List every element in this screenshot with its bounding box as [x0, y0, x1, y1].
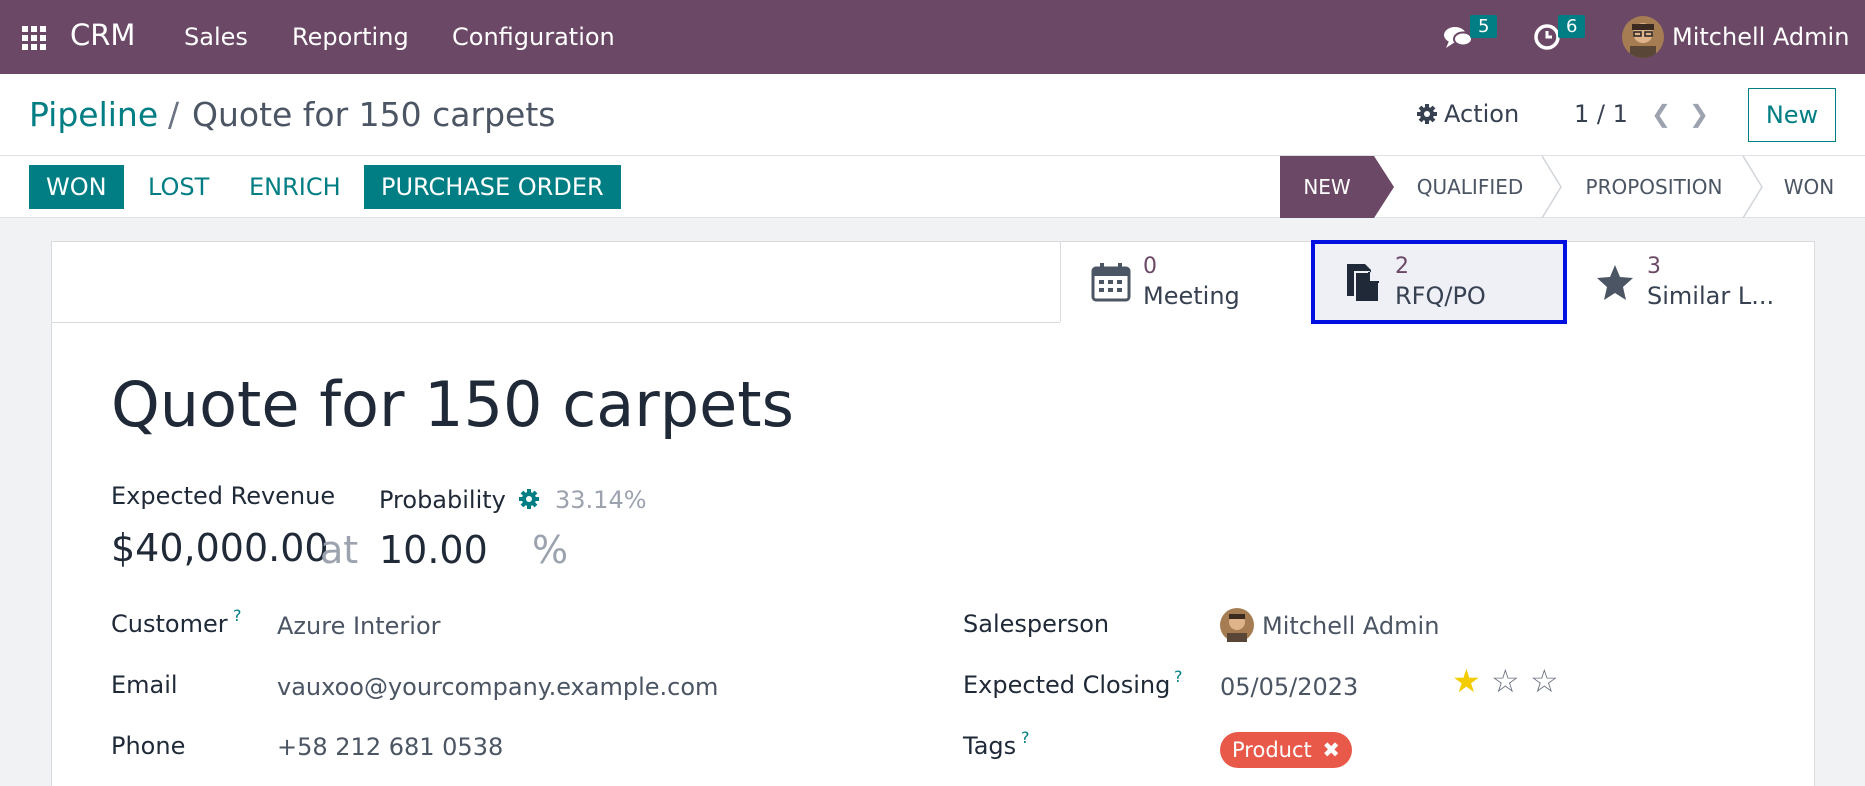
expected-closing-field[interactable]: 05/05/2023: [1220, 673, 1358, 701]
phone-field[interactable]: +58 212 681 0538: [277, 733, 503, 761]
control-panel: Pipeline / Quote for 150 carpets Action …: [0, 74, 1865, 156]
form-sheet: 0 Meeting 2 RFQ/PO 3 Similar L... Quote …: [51, 240, 1817, 786]
purchase-order-button[interactable]: PURCHASE ORDER: [364, 165, 621, 209]
breadcrumb-separator: /: [168, 95, 180, 134]
help-mark[interactable]: ?: [1021, 728, 1030, 747]
rfq-po-count: 2: [1395, 254, 1409, 279]
at-label: at: [320, 528, 359, 572]
tag-remove-icon[interactable]: ✖: [1322, 738, 1340, 762]
priority-star-filled-icon[interactable]: ★: [1452, 662, 1481, 700]
pager-value[interactable]: 1 / 1: [1574, 100, 1628, 128]
phone-label: Phone: [111, 732, 186, 760]
similar-leads-count: 3: [1647, 254, 1661, 279]
gear-icon: [1417, 104, 1437, 124]
breadcrumb-pipeline[interactable]: Pipeline: [29, 95, 158, 134]
menu-reporting[interactable]: Reporting: [292, 23, 409, 51]
meeting-smart-button[interactable]: 0 Meeting: [1061, 242, 1313, 322]
stage-new[interactable]: NEW: [1280, 156, 1374, 218]
expected-revenue-value[interactable]: $40,000.00: [111, 526, 329, 570]
document-icon: [1347, 264, 1380, 302]
stage-proposition[interactable]: PROPOSITION: [1563, 156, 1745, 218]
email-field[interactable]: vauxoo@yourcompany.example.com: [277, 673, 718, 701]
salesperson-avatar: [1220, 608, 1254, 642]
stage-arrow-icon: [1374, 156, 1394, 218]
priority-star-empty-icon[interactable]: ☆: [1530, 662, 1559, 700]
help-mark[interactable]: ?: [233, 606, 242, 625]
enrich-button[interactable]: ENRICH: [232, 165, 358, 209]
apps-menu-icon[interactable]: [22, 26, 48, 50]
stage-divider-icon: [1541, 156, 1562, 218]
status-bar: WON LOST ENRICH PURCHASE ORDER NEW QUALI…: [0, 156, 1865, 218]
customer-label: Customer: [111, 610, 228, 638]
pager-next-icon[interactable]: ❯: [1689, 100, 1709, 128]
email-label: Email: [111, 671, 178, 699]
smart-button-box: 0 Meeting 2 RFQ/PO 3 Similar L...: [1060, 240, 1817, 324]
user-avatar[interactable]: [1622, 16, 1664, 58]
meeting-count: 0: [1143, 254, 1157, 279]
app-brand[interactable]: CRM: [70, 18, 135, 52]
top-navbar: CRM Sales Reporting Configuration 5 6 Mi…: [0, 0, 1865, 74]
messages-badge: 5: [1470, 15, 1498, 38]
similar-leads-label: Similar L...: [1647, 282, 1775, 310]
activities-badge: 6: [1558, 15, 1586, 38]
rfq-po-label: RFQ/PO: [1395, 282, 1486, 310]
gear-icon[interactable]: [518, 488, 540, 510]
expected-revenue-label: Expected Revenue: [111, 482, 336, 510]
meeting-label: Meeting: [1143, 282, 1240, 310]
stage-qualified[interactable]: QUALIFIED: [1396, 156, 1544, 218]
customer-field[interactable]: Azure Interior: [277, 612, 441, 640]
tag-badge: Product ✖: [1220, 732, 1353, 768]
probability-auto: 33.14%: [555, 486, 647, 514]
salesperson-label: Salesperson: [963, 610, 1110, 638]
probability-value[interactable]: 10.00: [379, 528, 488, 572]
expected-closing-label: Expected Closing: [963, 671, 1171, 699]
help-mark[interactable]: ?: [1174, 667, 1183, 686]
tags-label: Tags: [963, 732, 1017, 760]
calendar-icon: [1091, 263, 1131, 302]
user-name[interactable]: Mitchell Admin: [1672, 23, 1849, 51]
lost-button[interactable]: LOST: [131, 165, 226, 209]
new-button[interactable]: New: [1748, 88, 1836, 142]
probability-label: Probability: [379, 486, 506, 514]
action-label: Action: [1444, 100, 1520, 128]
percent-sign: %: [532, 528, 569, 572]
priority-star-empty-icon[interactable]: ☆: [1491, 662, 1520, 700]
breadcrumb-current: Quote for 150 carpets: [192, 95, 556, 134]
stage-divider-icon: [1742, 156, 1763, 218]
chat-icon[interactable]: [1443, 22, 1473, 52]
won-button[interactable]: WON: [29, 165, 124, 209]
pager-previous-icon[interactable]: ❮: [1651, 100, 1671, 128]
stage-won[interactable]: WON: [1764, 156, 1854, 218]
menu-sales[interactable]: Sales: [184, 23, 248, 51]
star-icon: [1597, 265, 1633, 300]
action-menu[interactable]: Action: [1416, 100, 1519, 128]
similar-leads-smart-button[interactable]: 3 Similar L...: [1565, 242, 1817, 322]
salesperson-field[interactable]: Mitchell Admin: [1262, 612, 1439, 640]
opportunity-title[interactable]: Quote for 150 carpets: [111, 368, 794, 441]
tag-label: Product: [1232, 738, 1312, 762]
menu-configuration[interactable]: Configuration: [452, 23, 615, 51]
rfq-po-smart-button[interactable]: 2 RFQ/PO: [1311, 240, 1567, 324]
divider: [52, 322, 1060, 323]
